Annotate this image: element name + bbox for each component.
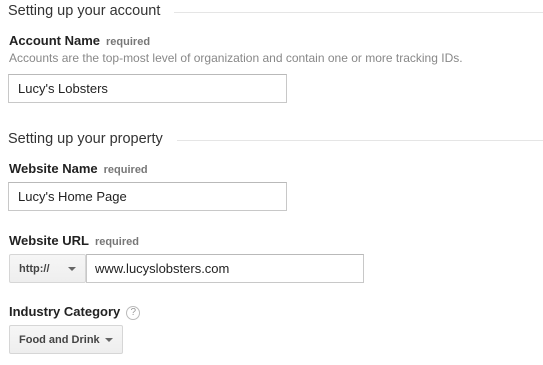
help-icon[interactable]: ?: [126, 306, 141, 320]
section-divider: [174, 11, 543, 13]
industry-category-label: Industry Category?: [9, 304, 141, 320]
account-name-input[interactable]: [8, 74, 287, 103]
website-url-input[interactable]: [86, 254, 364, 283]
website-name-label-text: Website Name: [9, 161, 98, 176]
property-setup-form: Setting up your account Account Name requ…: [0, 0, 543, 365]
account-name-hint: Accounts are the top-most level of organ…: [9, 51, 463, 65]
industry-category-label-text: Industry Category: [9, 304, 121, 319]
chevron-down-icon: [68, 267, 76, 271]
chevron-down-icon: [105, 338, 113, 342]
industry-category-dropdown[interactable]: Food and Drink: [9, 325, 123, 354]
website-url-label: Website URL required: [9, 233, 139, 248]
account-name-label: Account Name required: [9, 33, 150, 48]
account-name-label-text: Account Name: [9, 33, 101, 48]
section-divider: [176, 139, 543, 141]
account-section-header: Setting up your account: [8, 3, 543, 19]
required-indicator: required: [106, 36, 151, 48]
protocol-dropdown-value: http://: [19, 262, 50, 275]
property-section-header: Setting up your property: [8, 131, 543, 147]
required-indicator: required: [103, 164, 148, 176]
property-section-title: Setting up your property: [8, 131, 163, 147]
website-url-label-text: Website URL: [9, 233, 89, 248]
account-section-title: Setting up your account: [8, 3, 161, 19]
website-name-label: Website Name required: [9, 161, 148, 176]
industry-category-value: Food and Drink: [19, 333, 100, 346]
required-indicator: required: [94, 236, 139, 248]
website-name-input[interactable]: [8, 182, 287, 211]
protocol-dropdown[interactable]: http://: [9, 254, 86, 283]
